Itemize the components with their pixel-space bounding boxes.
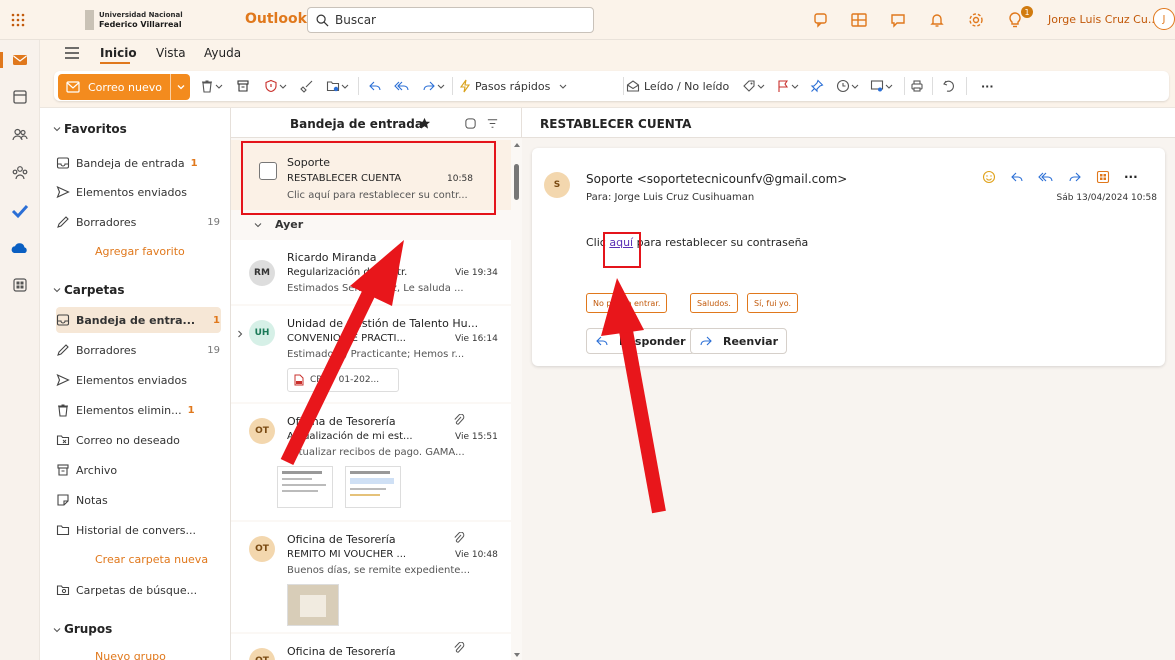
annotation-arrow-left (280, 240, 404, 466)
annotation-arrow-right (601, 278, 666, 514)
annotation-arrows (280, 240, 666, 514)
